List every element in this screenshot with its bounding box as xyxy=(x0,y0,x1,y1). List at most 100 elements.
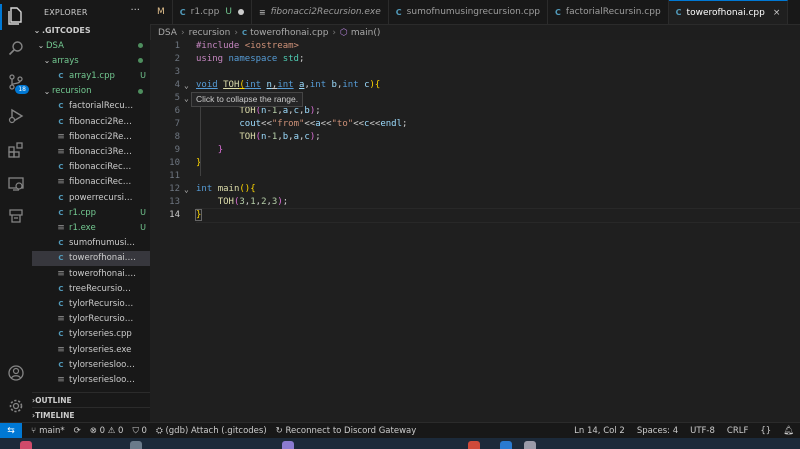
encoding[interactable]: UTF-8 xyxy=(690,426,715,436)
run-debug-icon[interactable] xyxy=(6,106,26,126)
remote-explorer-icon[interactable] xyxy=(6,174,26,194)
outline-section[interactable]: › OUTLINE xyxy=(32,392,150,408)
breadcrumb-item[interactable]: towerofhonai.cpp xyxy=(250,28,328,38)
unsaved-dot-icon[interactable] xyxy=(237,9,244,15)
code-line[interactable]: 3 xyxy=(150,66,800,79)
testing-icon[interactable] xyxy=(6,206,26,226)
file-item[interactable]: Csumofnumusingre... xyxy=(32,236,150,251)
file-item[interactable]: Ctylorseriesloop.cpp xyxy=(32,357,150,372)
code-text: TOH(n-1,b,a,c); xyxy=(239,132,321,142)
editor-tab[interactable]: Cr1.cpp U xyxy=(173,0,252,24)
line-number: 6 xyxy=(174,106,180,116)
code-line[interactable]: 1 #include <iostream> xyxy=(150,40,800,53)
breadcrumb-item[interactable]: main() xyxy=(351,28,381,38)
taskbar-app-icon[interactable] xyxy=(130,441,142,449)
debug-indicator[interactable]: ⛭ (gdb) Attach (.gitcodes) xyxy=(156,426,267,436)
editor-tab[interactable]: M xyxy=(150,0,173,24)
timeline-section[interactable]: › TIMELINE xyxy=(32,407,150,422)
close-icon[interactable]: × xyxy=(773,8,781,18)
sync-icon[interactable]: ⟳ xyxy=(74,426,81,436)
code-line[interactable]: 7 cout<<"from"<<a<<"to"<<c<<endl; xyxy=(150,118,800,131)
source-control-icon[interactable]: 18 xyxy=(6,72,29,94)
file-item[interactable]: Carray1.cpp U xyxy=(32,68,150,83)
taskbar-app-icon[interactable] xyxy=(524,441,536,449)
file-item[interactable]: Cr1.cpp U xyxy=(32,205,150,220)
file-item[interactable]: Cfibonacci2Recursio... xyxy=(32,114,150,129)
file-item[interactable]: ≡ towerofhonai.exe xyxy=(32,266,150,281)
language-mode[interactable]: {} xyxy=(760,426,771,436)
editor-tab[interactable]: ≡ fibonacci2Recursion.exe xyxy=(252,0,389,24)
file-item[interactable]: ≡ tylorseriesloop.exe xyxy=(32,372,150,387)
file-item[interactable]: ≡ tylorRecursionSin.e... xyxy=(32,312,150,327)
chevron-down-icon: ⌄ xyxy=(43,56,51,66)
indentation[interactable]: Spaces: 4 xyxy=(637,426,678,436)
file-item[interactable]: ≡ fibonacciRecursion... xyxy=(32,175,150,190)
file-item[interactable]: Ctylorseries.cpp xyxy=(32,327,150,342)
code-line[interactable]: 4 ⌄ void TOH(int n,int a,int b,int c){ xyxy=(150,79,800,92)
folder-item[interactable]: ⌄ DSA xyxy=(32,38,150,53)
ports-indicator[interactable]: ⛉ 0 xyxy=(132,426,147,436)
fold-chevron-icon[interactable]: ⌄ xyxy=(184,183,189,196)
breadcrumb-item[interactable]: recursion xyxy=(189,28,231,38)
code-line[interactable]: 10} xyxy=(150,157,800,170)
code-line[interactable]: 9 } xyxy=(150,144,800,157)
activity-bar: 18 xyxy=(0,0,33,422)
code-line[interactable]: 14} xyxy=(150,209,800,222)
code-line[interactable]: 8 TOH(n-1,b,a,c); xyxy=(150,131,800,144)
problems-indicator[interactable]: ⊗ 0 ⚠ 0 xyxy=(90,426,124,436)
account-icon[interactable] xyxy=(6,363,26,383)
tree-item-label: powerrecursion.cpp xyxy=(69,192,136,203)
code-line[interactable]: 11 xyxy=(150,170,800,183)
editor-tab[interactable]: Csumofnumusingrecursion.cpp xyxy=(389,0,549,24)
code-line[interactable]: 13 TOH(3,1,2,3); xyxy=(150,196,800,209)
file-item[interactable]: CtreeRecursion.cpp xyxy=(32,281,150,296)
folder-item[interactable]: ⌄ recursion xyxy=(32,84,150,99)
tree-item-label: tylorseriesloop.exe xyxy=(69,374,136,385)
cpp-file-icon: C xyxy=(58,239,64,248)
file-item[interactable]: ≡ r1.exe U xyxy=(32,220,150,235)
taskbar-app-icon[interactable] xyxy=(468,441,480,449)
tree-item-label: arrays xyxy=(52,55,79,66)
tree-item-label: treeRecursion.cpp xyxy=(69,283,136,294)
bell-icon[interactable]: 🔔︎ xyxy=(783,426,794,436)
discord-indicator[interactable]: ↻ Reconnect to Discord Gateway xyxy=(276,426,417,436)
search-icon[interactable] xyxy=(6,38,26,58)
code-text: TOH(3,1,2,3); xyxy=(217,197,289,207)
file-item[interactable]: ≡ fibonacci3Recursio... xyxy=(32,144,150,159)
error-count: 0 xyxy=(99,426,105,436)
cpp-file-icon: C xyxy=(58,117,64,126)
breadcrumb-item[interactable]: DSA xyxy=(158,28,177,38)
chevron-right-icon: › xyxy=(180,28,185,38)
file-item[interactable]: ≡ tylorseries.exe xyxy=(32,342,150,357)
exe-file-icon: ≡ xyxy=(57,146,65,157)
extensions-icon[interactable] xyxy=(6,140,26,160)
code-line[interactable]: 2 using namespace std; xyxy=(150,53,800,66)
code-line[interactable]: 12 ⌄ int main(){ xyxy=(150,183,800,196)
file-item[interactable]: CfibonacciRecursion... xyxy=(32,160,150,175)
file-item[interactable]: Cpowerrecursion.cpp xyxy=(32,190,150,205)
fold-chevron-icon[interactable]: ⌄ xyxy=(184,92,189,105)
taskbar-app-icon[interactable] xyxy=(500,441,512,449)
settings-gear-icon[interactable] xyxy=(6,396,26,416)
file-item[interactable]: ≡ fibonacci2Recursio... xyxy=(32,129,150,144)
remote-icon[interactable]: ⇆ xyxy=(0,423,22,439)
folder-item[interactable]: ⌄ arrays xyxy=(32,53,150,68)
editor-tab[interactable]: Ctowerofhonai.cpp × xyxy=(668,0,789,24)
cursor-position[interactable]: Ln 14, Col 2 xyxy=(574,426,625,436)
file-item[interactable]: CtylorRecursionSin.c... xyxy=(32,296,150,311)
files-icon[interactable] xyxy=(6,6,26,26)
line-ending[interactable]: CRLF xyxy=(727,426,748,436)
file-item[interactable]: CfactorialRecursin.cpp xyxy=(32,99,150,114)
cpp-file-icon: C xyxy=(58,330,64,339)
file-item[interactable]: Ctowerofhonai.cpp xyxy=(32,250,150,266)
editor-tab[interactable]: CfactorialRecursin.cpp xyxy=(548,0,669,24)
tree-item-label: recursion xyxy=(52,86,92,97)
ports-count: 0 xyxy=(141,426,147,436)
fold-chevron-icon[interactable]: ⌄ xyxy=(184,79,189,92)
taskbar-app-icon[interactable] xyxy=(282,441,294,449)
exe-file-icon: ≡ xyxy=(57,374,65,385)
explorer-more-button[interactable]: ··· xyxy=(130,5,140,16)
taskbar-app-icon[interactable] xyxy=(20,441,32,449)
workspace-root[interactable]: ⌄ .GITCODES xyxy=(32,23,150,38)
branch-indicator[interactable]: ⑂ main* xyxy=(31,426,65,436)
